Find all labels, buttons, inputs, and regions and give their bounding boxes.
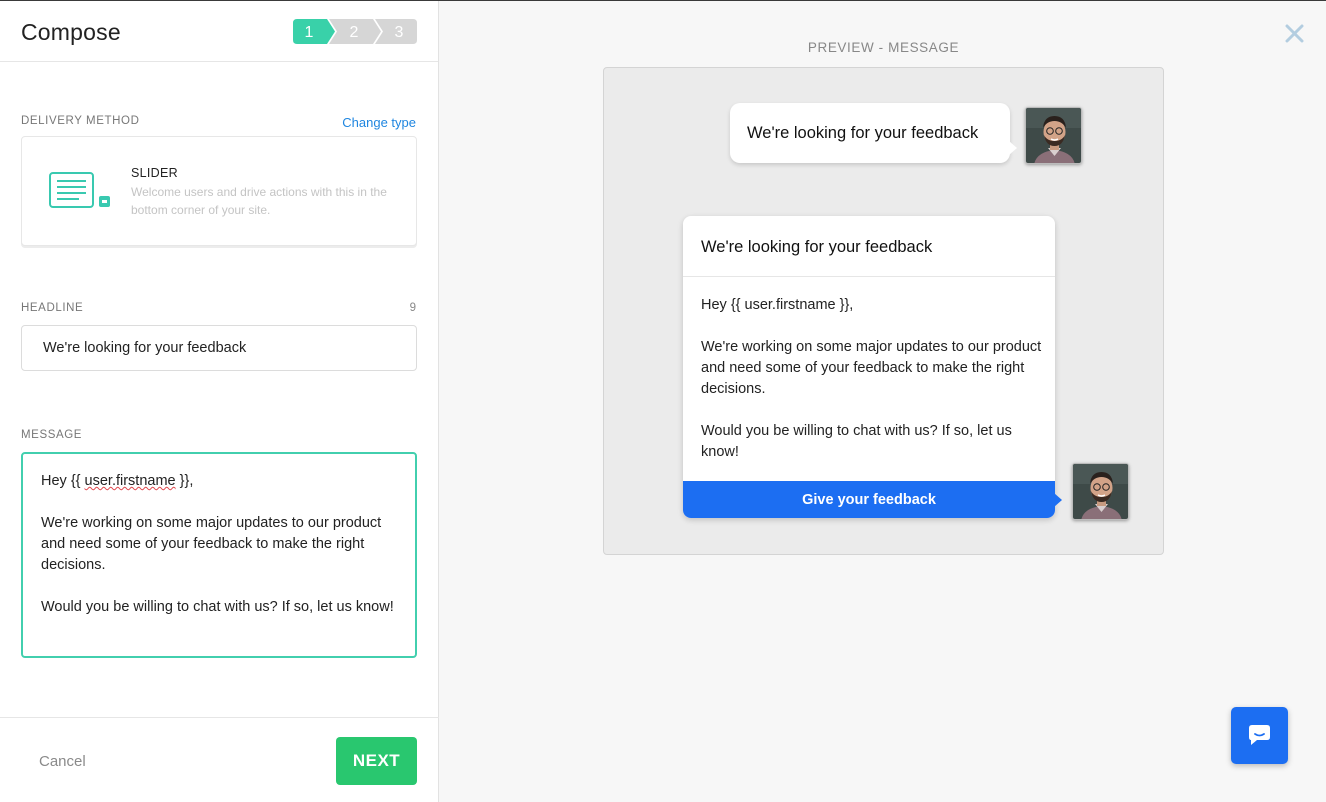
preview-card-title: We're looking for your feedback	[701, 238, 933, 256]
preview-title: PREVIEW - MESSAGE	[807, 40, 960, 55]
preview-bubble: We're looking for your feedback	[730, 103, 1017, 163]
delivery-method-label: DELIVERY METHOD	[21, 115, 140, 127]
headline-char-count: 9	[409, 302, 416, 314]
preview-card-header: We're looking for your feedback	[683, 216, 1055, 277]
step-1[interactable]: 1	[293, 19, 335, 44]
step-2-label: 2	[350, 24, 359, 41]
message-greeting-prefix: Hey {{	[41, 473, 85, 489]
give-feedback-button[interactable]: Give your feedback	[683, 481, 1062, 518]
message-variable: user.firstname	[84, 473, 176, 489]
step-1-label: 1	[305, 24, 314, 41]
avatar	[1025, 107, 1082, 164]
compose-panel: Compose 3 2 1 DELIVERY METHOD Change typ…	[0, 1, 439, 802]
message-label: MESSAGE	[21, 429, 83, 441]
avatar	[1072, 463, 1129, 520]
step-2[interactable]: 2	[329, 19, 381, 44]
page-title: Compose	[21, 19, 121, 45]
chat-launcher-button[interactable]	[1231, 707, 1288, 764]
headline-label: HEADLINE	[21, 302, 84, 314]
close-icon[interactable]	[1285, 24, 1304, 43]
chat-bubble-icon	[1249, 725, 1270, 745]
delivery-method-card[interactable]: SLIDER Welcome users and drive actions w…	[21, 136, 417, 246]
headline-input[interactable]	[21, 325, 417, 371]
compose-header: Compose 3 2 1	[0, 1, 438, 62]
message-greeting-suffix: }},	[175, 473, 194, 489]
message-body: We're working on some major updates to o…	[41, 515, 394, 615]
preview-slider-card: We're looking for your feedback Hey {{ u…	[683, 216, 1062, 518]
compose-footer: Cancel NEXT	[0, 717, 439, 802]
slider-window-icon	[49, 172, 111, 212]
step-3-label: 3	[395, 24, 404, 41]
change-type-link[interactable]: Change type	[342, 115, 416, 130]
next-button[interactable]: NEXT	[336, 737, 417, 785]
cancel-button[interactable]: Cancel	[39, 753, 86, 770]
step-indicator: 3 2 1	[293, 19, 417, 44]
message-textarea[interactable]: Hey {{ user.firstname }}, We're working …	[21, 452, 417, 658]
step-3[interactable]: 3	[375, 19, 417, 44]
preview-card-body: Hey {{ user.firstname }}, We're working …	[701, 297, 1042, 460]
preview-bubble-text: We're looking for your feedback	[747, 124, 979, 142]
method-description: Welcome users and drive actions with thi…	[131, 185, 387, 217]
method-name: SLIDER	[131, 166, 178, 180]
